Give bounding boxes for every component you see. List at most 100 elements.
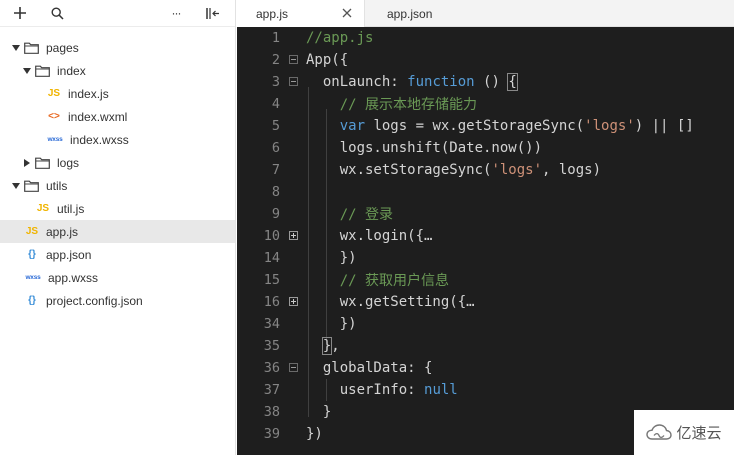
- code-token-plain: ) || []: [634, 118, 694, 134]
- tree-item-label: index.wxss: [70, 132, 129, 147]
- code-line: 4 // 展示本地存储能力: [237, 93, 734, 115]
- code-token-plain: }): [306, 426, 323, 442]
- tree-item-project-config-json[interactable]: {} project.config.json: [0, 289, 235, 312]
- json-file-icon: {}: [28, 249, 36, 260]
- code-text: // 获取用户信息: [306, 270, 449, 290]
- code-token-comment: //app.js: [306, 30, 374, 46]
- tree-item-index-js[interactable]: JS index.js: [0, 82, 235, 105]
- code-line: 10 wx.login({…: [237, 225, 734, 247]
- code-token-plain: logs = wx.getStorageSync(: [365, 118, 585, 134]
- code-text: }): [306, 316, 357, 332]
- code-token-plain: }): [306, 316, 357, 332]
- code-line: 8: [237, 181, 734, 203]
- code-token-plain: }): [306, 250, 357, 266]
- search-button[interactable]: [47, 4, 67, 22]
- wxss-file-icon: wxss: [25, 274, 41, 281]
- more-options-button[interactable]: ···: [166, 4, 186, 22]
- add-file-button[interactable]: [10, 4, 30, 22]
- js-file-icon: JS: [36, 203, 50, 214]
- line-number: 6: [271, 140, 280, 156]
- code-token-comment: // 登录: [306, 207, 394, 223]
- code-token-plain: globalData: {: [306, 360, 433, 376]
- line-number: 14: [263, 250, 280, 266]
- code-text: userInfo: null: [306, 382, 458, 398]
- tree-item-label: util.js: [57, 201, 85, 216]
- line-number: 5: [271, 118, 280, 134]
- file-tree: pages index JS index.js <> index.wxml wxss inde…: [0, 27, 235, 312]
- code-line: 14 }): [237, 247, 734, 269]
- expand-fold-icon[interactable]: [288, 230, 299, 241]
- tree-item-util-js[interactable]: JS util.js: [0, 197, 235, 220]
- code-line: 36 globalData: {: [237, 357, 734, 379]
- collapse-panel-icon: [206, 7, 219, 19]
- tree-item-index[interactable]: index: [0, 59, 235, 82]
- folder-icon: [24, 180, 39, 192]
- line-number: 10: [263, 228, 280, 244]
- explorer-toolbar: ···: [0, 0, 235, 27]
- code-text: globalData: {: [306, 360, 433, 376]
- code-text: //app.js: [306, 30, 373, 46]
- code-token-keyword: var: [339, 118, 366, 134]
- editor-tabs: app.js app.json: [237, 0, 734, 27]
- code-text: // 登录: [306, 204, 393, 224]
- file-explorer: ··· pages index JS index.js <> index.wxml wxss…: [0, 0, 236, 455]
- line-number: 3: [271, 74, 280, 90]
- chevron-right-icon[interactable]: [21, 157, 33, 169]
- line-number: 34: [263, 316, 280, 332]
- collapse-panel-button[interactable]: [203, 4, 223, 22]
- code-token-comment: // 展示本地存储能力: [306, 97, 478, 113]
- code-text: onLaunch: function () {: [306, 73, 518, 91]
- folder-icon: [24, 42, 39, 54]
- code-text: wx.setStorageSync('logs', logs): [306, 162, 601, 178]
- tree-item-label: utils: [46, 178, 68, 193]
- tab-label: app.js: [256, 6, 289, 21]
- tree-item-logs[interactable]: logs: [0, 151, 235, 174]
- tree-item-label: app.js: [46, 224, 79, 239]
- tree-item-label: index.wxml: [68, 109, 128, 124]
- line-number: 39: [263, 426, 280, 442]
- tab-app-json[interactable]: app.json: [365, 0, 505, 27]
- expand-fold-icon[interactable]: [288, 296, 299, 307]
- tree-item-pages[interactable]: pages: [0, 36, 235, 59]
- line-number: 2: [271, 52, 280, 68]
- code-token-plain: logs.unshift(Date.now()): [306, 140, 543, 156]
- tree-item-app-json[interactable]: {} app.json: [0, 243, 235, 266]
- code-line: 35 },: [237, 335, 734, 357]
- watermark: 亿速云: [634, 410, 734, 455]
- code-text: var logs = wx.getStorageSync('logs') || …: [306, 118, 694, 134]
- collapse-fold-icon[interactable]: [288, 54, 299, 65]
- close-icon[interactable]: [341, 7, 353, 19]
- code-token-plain: userInfo:: [306, 382, 425, 398]
- chevron-down-icon[interactable]: [10, 180, 22, 192]
- line-number: 8: [271, 184, 280, 200]
- tab-app-js[interactable]: app.js: [237, 0, 365, 27]
- tree-item-index-wxss[interactable]: wxss index.wxss: [0, 128, 235, 151]
- code-line: 2 App({: [237, 49, 734, 71]
- code-line: 6 logs.unshift(Date.now()): [237, 137, 734, 159]
- tree-item-app-wxss[interactable]: wxss app.wxss: [0, 266, 235, 289]
- json-file-icon: {}: [28, 295, 36, 306]
- tree-item-utils[interactable]: utils: [0, 174, 235, 197]
- collapse-fold-icon[interactable]: [288, 76, 299, 87]
- code-text: }): [306, 250, 357, 266]
- code-token-plain: wx.getSetting({…: [306, 294, 475, 310]
- code-line: 5 var logs = wx.getStorageSync('logs') |…: [237, 115, 734, 137]
- code-content[interactable]: 1 //app.js 2 App({3 onLaunch: function () {…: [237, 27, 734, 455]
- chevron-down-icon[interactable]: [10, 42, 22, 54]
- code-token-plain: wx.login({…: [306, 228, 433, 244]
- line-number: 38: [263, 404, 280, 420]
- code-token-plain: , logs): [542, 162, 602, 178]
- code-line: 15 // 获取用户信息: [237, 269, 734, 291]
- tree-item-label: pages: [46, 40, 79, 55]
- code-text: // 展示本地存储能力: [306, 94, 477, 114]
- tab-label: app.json: [387, 6, 433, 21]
- folder-icon: [35, 65, 50, 77]
- tree-item-app-js[interactable]: JS app.js: [0, 220, 235, 243]
- code-line: 37 userInfo: null: [237, 379, 734, 401]
- code-text: wx.login({…: [306, 228, 433, 244]
- js-file-icon: JS: [47, 88, 61, 99]
- tree-item-index-wxml[interactable]: <> index.wxml: [0, 105, 235, 128]
- chevron-down-icon[interactable]: [21, 65, 33, 77]
- collapse-fold-icon[interactable]: [288, 362, 299, 373]
